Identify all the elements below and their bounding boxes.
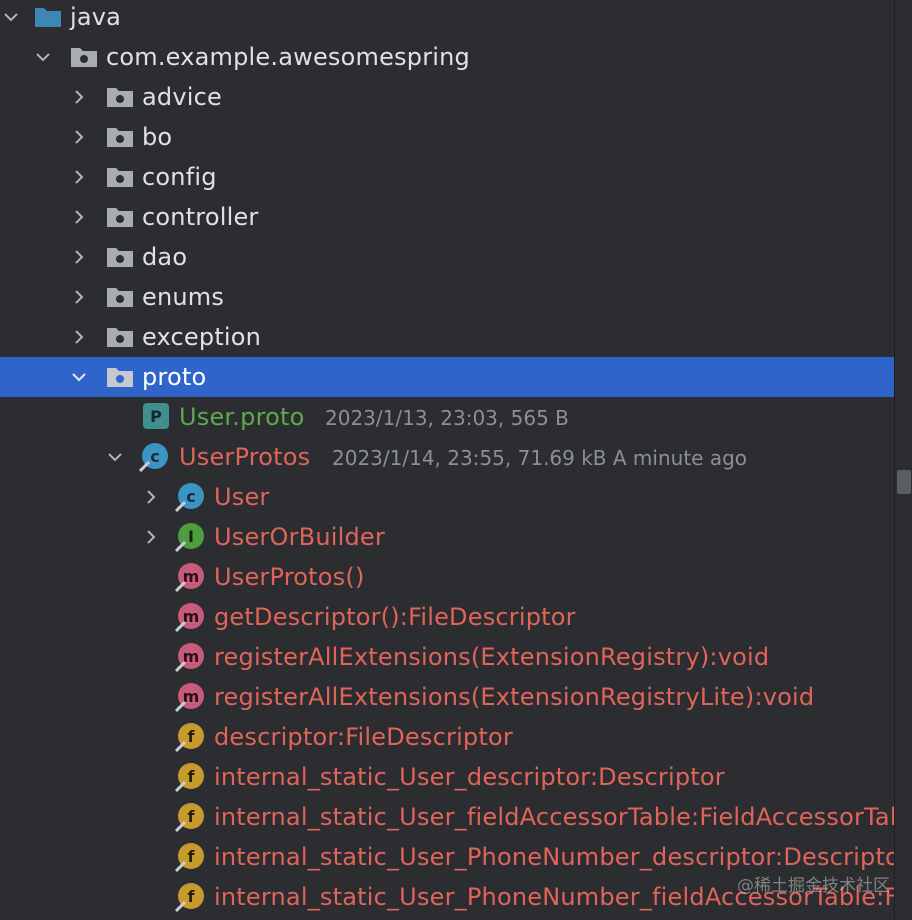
tree-label-java: java: [70, 3, 122, 31]
source-folder-icon: [34, 5, 62, 29]
chevron-right-icon[interactable]: [70, 328, 88, 346]
tree-row-folder[interactable]: exception: [0, 317, 894, 357]
package-folder-icon: [106, 205, 134, 229]
tree-label-folder: exception: [142, 323, 262, 351]
tree-label-userprotos: UserProtos: [179, 443, 311, 471]
class-icon: c: [175, 483, 204, 512]
tree-row-member[interactable]: m getDescriptor():FileDescriptor: [0, 597, 894, 637]
tree-label-member: internal_static_User_PhoneNumber_descrip…: [214, 843, 894, 871]
tree-label-folder: config: [142, 163, 217, 191]
chevron-down-icon[interactable]: [2, 8, 20, 26]
field-icon: f: [175, 803, 204, 832]
tree-row-package[interactable]: com.example.awesomespring: [0, 37, 894, 77]
chevron-right-icon[interactable]: [70, 88, 88, 106]
tree-row-folder[interactable]: enums: [0, 277, 894, 317]
tree-label-package: com.example.awesomespring: [106, 43, 470, 71]
tree-label-member: descriptor:FileDescriptor: [214, 723, 513, 751]
chevron-right-icon[interactable]: [70, 208, 88, 226]
tree-row-userprotos[interactable]: c UserProtos 2023/1/14, 23:55, 71.69 kB …: [0, 437, 894, 477]
class-icon: c: [139, 443, 168, 472]
tree-label-member: User: [214, 483, 270, 511]
tree-label-folder: bo: [142, 123, 173, 151]
tree-label-member: internal_static_User_descriptor:Descript…: [214, 763, 725, 791]
tree-label-member: internal_static_User_fieldAccessorTable:…: [214, 803, 894, 831]
tree-row-member[interactable]: c User: [0, 477, 894, 517]
tree-label-member: UserProtos(): [214, 563, 365, 591]
chevron-right-icon[interactable]: [70, 248, 88, 266]
method-icon: m: [175, 563, 204, 592]
tree-row-folder[interactable]: bo: [0, 117, 894, 157]
file-meta-userprotos: 2023/1/14, 23:55, 71.69 kB A minute ago: [332, 446, 748, 470]
package-folder-icon: [106, 365, 134, 389]
tree-row-proto[interactable]: proto: [0, 357, 894, 397]
tree-label-member: UserOrBuilder: [214, 523, 385, 551]
tree-row-folder[interactable]: dao: [0, 237, 894, 277]
package-folder-icon: [106, 165, 134, 189]
chevron-down-icon[interactable]: [70, 368, 88, 386]
field-icon: f: [175, 843, 204, 872]
tree-row-member[interactable]: m registerAllExtensions(ExtensionRegistry…: [0, 637, 894, 677]
tree-label-member: registerAllExtensions(ExtensionRegistryL…: [214, 683, 815, 711]
tree-row-member[interactable]: f internal_static_User_descriptor:Descrip…: [0, 757, 894, 797]
project-tree: java com.example.awesomespring advice bo c…: [0, 0, 894, 920]
chevron-right-icon[interactable]: [70, 168, 88, 186]
package-folder-icon: [106, 325, 134, 349]
tree-row-member[interactable]: m UserProtos(): [0, 557, 894, 597]
package-folder-icon: [106, 285, 134, 309]
proto-file-icon: P: [143, 403, 169, 429]
tree-row-member[interactable]: f descriptor:FileDescriptor: [0, 717, 894, 757]
chevron-right-icon[interactable]: [142, 528, 160, 546]
file-meta-user-proto: 2023/1/13, 23:03, 565 B: [325, 406, 569, 430]
chevron-right-icon[interactable]: [70, 288, 88, 306]
tree-label-folder: controller: [142, 203, 259, 231]
chevron-right-icon[interactable]: [70, 128, 88, 146]
chevron-right-icon[interactable]: [142, 488, 160, 506]
tree-label-folder: dao: [142, 243, 188, 271]
field-icon: f: [175, 723, 204, 752]
field-icon: f: [175, 883, 204, 912]
tree-row-member[interactable]: f internal_static_User_fieldAccessorTable…: [0, 797, 894, 837]
interface-icon: I: [175, 523, 204, 552]
tree-row-folder[interactable]: advice: [0, 77, 894, 117]
package-folder-icon: [106, 85, 134, 109]
vertical-scrollbar[interactable]: [894, 0, 912, 920]
tree-row-user-proto[interactable]: P User.proto 2023/1/13, 23:03, 565 B: [0, 397, 894, 437]
chevron-down-icon[interactable]: [34, 48, 52, 66]
tree-label-folder: advice: [142, 83, 222, 111]
tree-row-folder[interactable]: config: [0, 157, 894, 197]
tree-row-java[interactable]: java: [0, 0, 894, 37]
tree-label-folder: enums: [142, 283, 225, 311]
method-icon: m: [175, 603, 204, 632]
method-icon: m: [175, 643, 204, 672]
tree-row-folder[interactable]: controller: [0, 197, 894, 237]
tree-label-user-proto: User.proto: [179, 403, 305, 431]
package-folder-icon: [106, 125, 134, 149]
tree-row-member[interactable]: I UserOrBuilder: [0, 517, 894, 557]
watermark: @稀土掘金技术社区: [737, 876, 890, 896]
field-icon: f: [175, 763, 204, 792]
tree-label-member: registerAllExtensions(ExtensionRegistry)…: [214, 643, 770, 671]
method-icon: m: [175, 683, 204, 712]
tree-label-proto: proto: [142, 363, 207, 391]
package-folder-icon: [106, 245, 134, 269]
tree-row-member[interactable]: m registerAllExtensions(ExtensionRegistry…: [0, 677, 894, 717]
tree-label-member: getDescriptor():FileDescriptor: [214, 603, 576, 631]
package-folder-icon: [70, 45, 98, 69]
chevron-down-icon[interactable]: [106, 448, 124, 466]
scrollbar-thumb[interactable]: [897, 470, 911, 494]
